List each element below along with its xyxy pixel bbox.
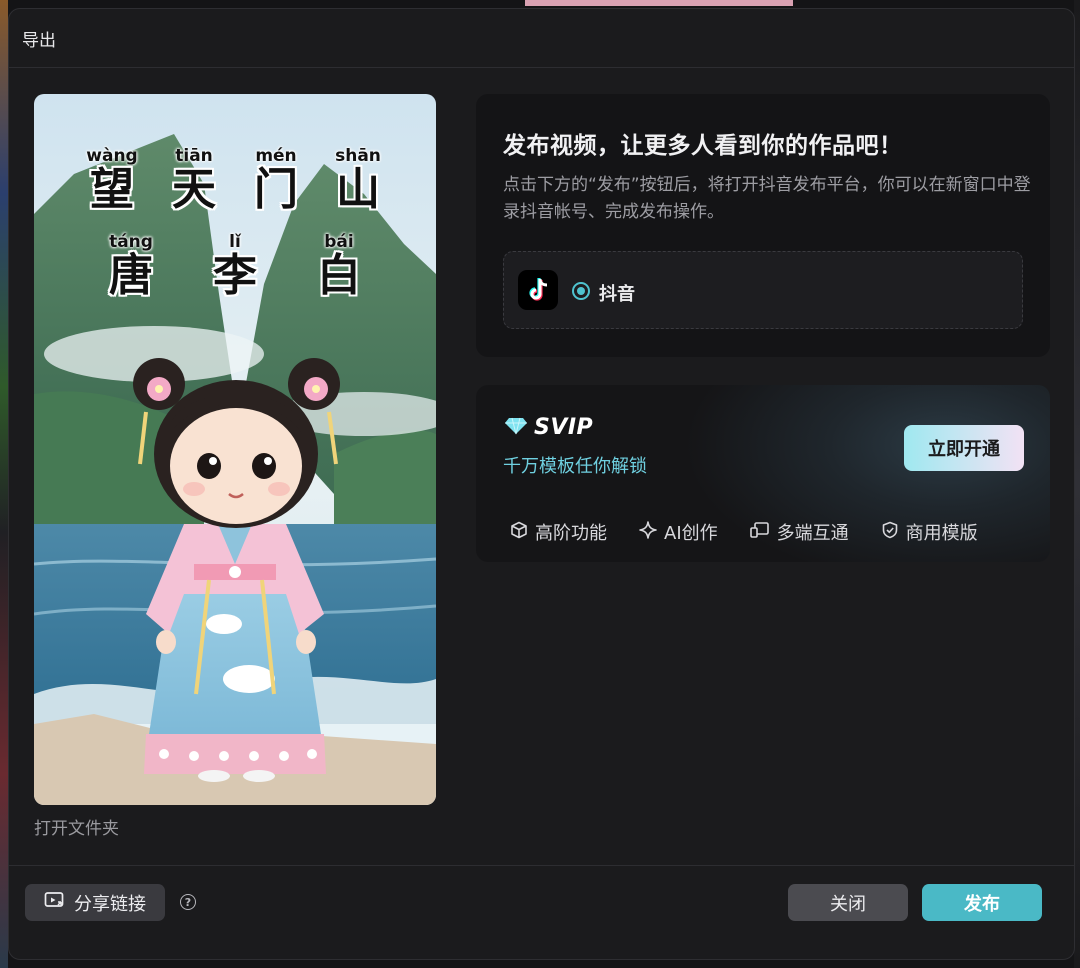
hanzi: 山: [336, 164, 380, 215]
dialog-title: 导出: [22, 31, 56, 51]
poem-char: lǐ 李: [204, 232, 266, 300]
hanzi: 李: [213, 250, 257, 301]
hanzi: 望: [90, 164, 134, 215]
poem-char: mén 门: [245, 146, 307, 214]
background-timeline-strip: [0, 0, 8, 968]
poem-overlay: wàng 望 tiān 天 mén 门 shān 山 táng 唐 lǐ 李 bái 白: [34, 146, 436, 300]
pinyin: táng: [109, 232, 153, 252]
dialog-header: 导出: [9, 9, 1074, 68]
activate-svip-button[interactable]: 立即开通: [904, 425, 1024, 471]
pinyin: shān: [335, 146, 381, 166]
hanzi: 门: [254, 164, 298, 215]
platform-label: 抖音: [599, 284, 635, 305]
sparkle-icon: [639, 520, 657, 544]
platform-radio[interactable]: [572, 282, 590, 300]
svip-card: SVIP 千万模板任你解锁 立即开通 高阶功能 AI创作 多端互通 商用模版: [476, 385, 1050, 562]
share-link-button[interactable]: 分享链接: [25, 884, 165, 921]
publish-heading: 发布视频，让更多人看到你的作品吧！: [503, 133, 903, 159]
poem-char: wàng 望: [81, 146, 143, 214]
poem-char: tiān 天: [163, 146, 225, 214]
publish-description: 点击下方的“发布”按钮后，将打开抖音发布平台，你可以在新窗口中登录抖音帐号、完成…: [503, 175, 1031, 222]
background-thumbnail: [525, 0, 793, 6]
feature-label: 商用模版: [905, 523, 978, 544]
platform-option-douyin[interactable]: 抖音: [503, 251, 1023, 329]
cube-icon: [510, 521, 528, 544]
video-preview[interactable]: wàng 望 tiān 天 mén 门 shān 山 táng 唐 lǐ 李 bái 白: [34, 94, 436, 805]
poem-author-line: táng 唐 lǐ 李 bái 白: [34, 232, 436, 300]
hanzi: 天: [172, 164, 216, 215]
open-folder-link[interactable]: 打开文件夹: [34, 814, 119, 839]
poem-char: shān 山: [327, 146, 389, 214]
pinyin: mén: [255, 146, 297, 166]
feature-commercial: 商用模版: [881, 519, 978, 545]
dialog-footer: [9, 865, 1074, 959]
close-button[interactable]: 关闭: [788, 884, 908, 921]
pinyin: wàng: [86, 146, 138, 166]
poem-char: táng 唐: [100, 232, 162, 300]
share-screen-icon: [44, 891, 66, 914]
feature-advanced: 高阶功能: [510, 519, 607, 545]
pinyin: lǐ: [229, 232, 241, 252]
export-dialog: 导出 wàng 望 tiān 天 mén 门 shān 山 táng 唐 lǐ …: [8, 8, 1075, 960]
publish-button[interactable]: 发布: [922, 884, 1042, 921]
feature-multi-device: 多端互通: [749, 519, 849, 545]
devices-icon: [749, 521, 770, 544]
help-icon[interactable]: ?: [180, 894, 196, 910]
pinyin: tiān: [175, 146, 213, 166]
shield-check-icon: [881, 521, 899, 544]
poem-char: bái 白: [308, 232, 370, 300]
svip-features: 高阶功能 AI创作 多端互通 商用模版: [510, 519, 978, 545]
svip-label: SVIP: [534, 415, 594, 440]
pinyin: bái: [324, 232, 354, 252]
feature-label: 多端互通: [776, 523, 849, 544]
svip-title: SVIP: [504, 415, 593, 440]
svip-subtitle: 千万模板任你解锁: [503, 456, 647, 477]
diamond-icon: [504, 417, 528, 439]
hanzi: 白: [317, 250, 361, 301]
hanzi: 唐: [109, 250, 153, 301]
publish-card: 发布视频，让更多人看到你的作品吧！ 点击下方的“发布”按钮后，将打开抖音发布平台…: [476, 94, 1050, 357]
feature-label: AI创作: [664, 523, 718, 544]
feature-label: 高阶功能: [535, 523, 607, 544]
feature-ai: AI创作: [639, 519, 718, 545]
share-link-label: 分享链接: [74, 893, 146, 915]
tiktok-icon: [518, 270, 558, 310]
poem-title-line: wàng 望 tiān 天 mén 门 shān 山: [34, 146, 436, 214]
